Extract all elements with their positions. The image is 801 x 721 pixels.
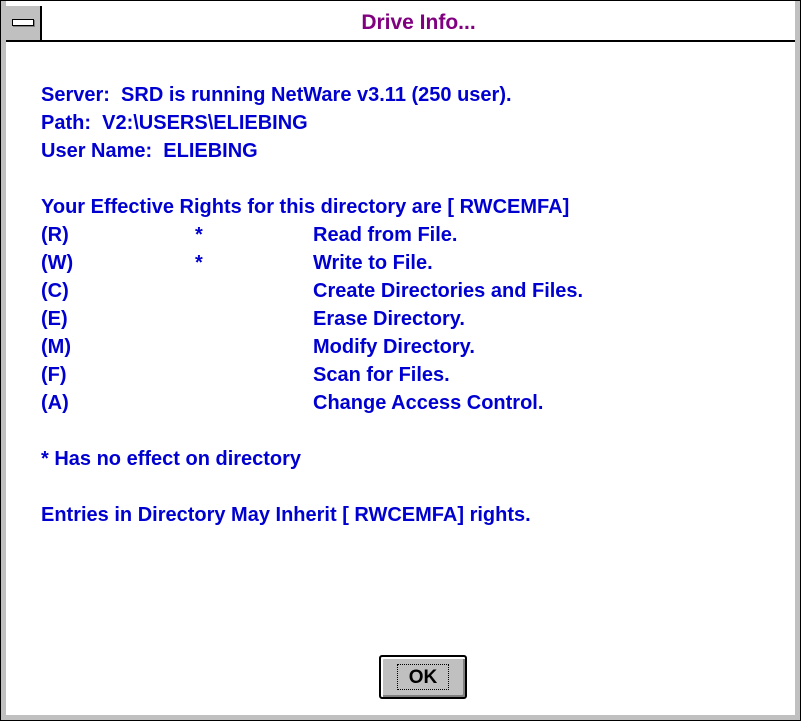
system-menu-button[interactable] [6,6,42,40]
inherit-rights-line: Entries in Directory May Inherit [ RWCEM… [41,504,531,526]
ok-button-label: OK [397,664,449,690]
right-code: (E) [41,308,68,330]
title-bar[interactable]: Drive Info... [6,6,795,42]
right-description: Write to File. [313,252,433,274]
right-code: (F) [41,364,67,386]
drive-info-dialog: Drive Info... Server: SRD is running Net… [0,0,801,721]
right-description: Change Access Control. [313,392,544,414]
right-code: (W) [41,252,74,274]
right-star: * [195,224,203,246]
window-title: Drive Info... [361,11,476,34]
right-code: (C) [41,280,69,302]
ok-button[interactable]: OK [379,655,467,699]
system-menu-icon [12,19,34,26]
right-code: (M) [41,336,71,358]
effective-rights-header: Your Effective Rights for this directory… [41,196,570,218]
dialog-content: Server: SRD is running NetWare v3.11 (25… [41,81,583,529]
rights-row: (R) * Read from File. [41,221,569,249]
right-description: Read from File. [313,224,458,246]
user-name-info: User Name: ELIEBING [41,140,258,162]
right-description: Modify Directory. [313,336,475,358]
no-effect-note: * Has no effect on directory [41,448,302,470]
rights-row: (M) Modify Directory. [41,333,569,361]
rights-row: (W) * Write to File. [41,249,569,277]
right-star: * [195,252,203,274]
right-description: Create Directories and Files. [313,280,584,302]
right-code: (R) [41,224,69,246]
path-info: Path: V2:\USERS\ELIEBING [41,112,308,134]
rights-row: (F) Scan for Files. [41,361,569,389]
right-description: Scan for Files. [313,364,450,386]
server-info: Server: SRD is running NetWare v3.11 (25… [41,84,512,106]
rights-row: (C) Create Directories and Files. [41,277,583,305]
right-code: (A) [41,392,69,414]
rights-row: (A) Change Access Control. [41,389,569,417]
right-description: Erase Directory. [313,308,465,330]
rights-row: (E) Erase Directory. [41,305,569,333]
